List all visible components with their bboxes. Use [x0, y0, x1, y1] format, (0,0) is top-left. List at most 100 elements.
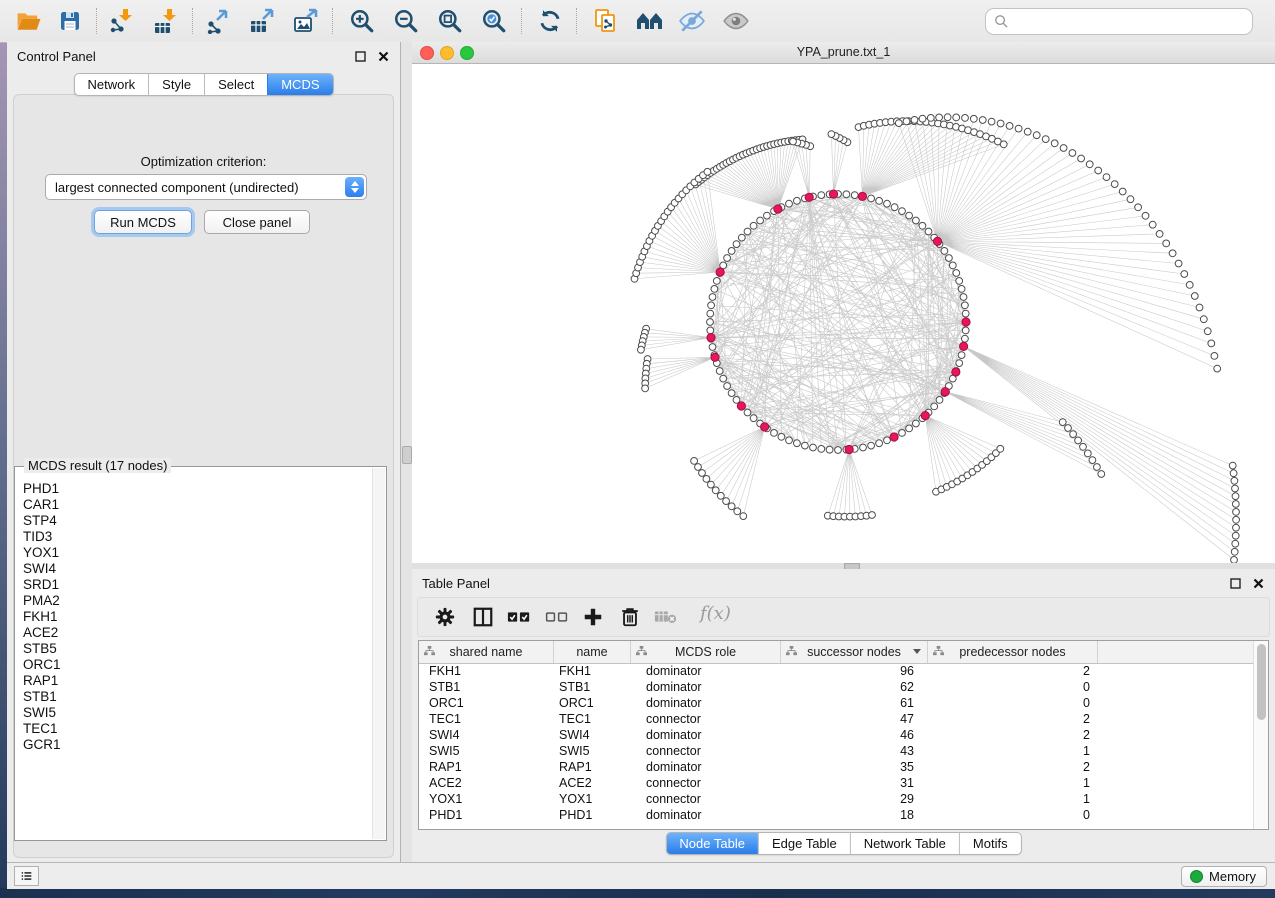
graph-mcds-node[interactable]: [890, 433, 898, 441]
graph-node[interactable]: [962, 115, 969, 122]
graph-node[interactable]: [1084, 450, 1091, 457]
table-row[interactable]: TEC1TEC1connector472: [419, 711, 1254, 727]
graph-node[interactable]: [695, 464, 702, 471]
mcds-result-item[interactable]: SRD1: [23, 577, 372, 593]
graph-node[interactable]: [1181, 271, 1188, 278]
graph-node[interactable]: [707, 310, 714, 317]
tab-mcds[interactable]: MCDS: [267, 74, 332, 95]
graph-node[interactable]: [1095, 167, 1102, 174]
graph-node[interactable]: [936, 397, 943, 404]
graph-node[interactable]: [1015, 125, 1022, 132]
graph-node[interactable]: [1214, 365, 1221, 372]
table-scrollbar[interactable]: [1253, 641, 1268, 829]
tab-select[interactable]: Select: [204, 74, 267, 95]
graph-node[interactable]: [1231, 557, 1238, 564]
mcds-result-item[interactable]: RAP1: [23, 673, 372, 689]
graph-node[interactable]: [931, 403, 938, 410]
splitter-handle[interactable]: [402, 446, 412, 464]
graph-node[interactable]: [1080, 443, 1087, 450]
float-panel-button[interactable]: [353, 49, 367, 63]
graph-mcds-node[interactable]: [941, 388, 949, 396]
table-row[interactable]: ACE2ACE2connector311: [419, 775, 1254, 791]
close-panel-action-button[interactable]: Close panel: [204, 210, 310, 234]
graph-node[interactable]: [1135, 204, 1142, 211]
table-row[interactable]: RAP1RAP1dominator352: [419, 759, 1254, 775]
column-header-successor-nodes[interactable]: successor nodes: [781, 641, 928, 663]
mcds-result-item[interactable]: PMA2: [23, 593, 372, 609]
mcds-result-item[interactable]: GCR1: [23, 737, 372, 753]
graph-mcds-node[interactable]: [952, 368, 960, 376]
graph-node[interactable]: [828, 131, 835, 138]
graph-node[interactable]: [919, 115, 926, 122]
column-header-shared-name[interactable]: shared name: [419, 641, 554, 663]
graph-node[interactable]: [891, 204, 898, 211]
graph-node[interactable]: [1078, 155, 1085, 162]
graph-node[interactable]: [1233, 516, 1240, 523]
graph-node[interactable]: [728, 503, 735, 510]
graph-node[interactable]: [638, 346, 645, 353]
task-history-button[interactable]: [14, 866, 39, 886]
graph-node[interactable]: [1196, 304, 1203, 311]
add-column-button[interactable]: [578, 604, 608, 630]
graph-node[interactable]: [962, 327, 969, 334]
graph-node[interactable]: [970, 115, 977, 122]
graph-node[interactable]: [960, 294, 967, 301]
tab-style[interactable]: Style: [148, 74, 204, 95]
graph-node[interactable]: [707, 327, 714, 334]
graph-node[interactable]: [1065, 425, 1072, 432]
graph-node[interactable]: [699, 470, 706, 477]
network-graph[interactable]: [412, 63, 1275, 563]
column-header-MCDS-role[interactable]: MCDS role: [631, 641, 781, 663]
graph-node[interactable]: [790, 138, 797, 145]
select-all-rows-button[interactable]: [504, 604, 534, 630]
graph-node[interactable]: [949, 262, 956, 269]
graph-node[interactable]: [1111, 181, 1118, 188]
graph-node[interactable]: [1024, 128, 1031, 135]
delete-table-button[interactable]: [651, 604, 681, 630]
graph-node[interactable]: [1103, 174, 1110, 181]
graph-node[interactable]: [962, 335, 969, 342]
graph-node[interactable]: [1232, 485, 1239, 492]
graph-node[interactable]: [941, 248, 948, 255]
graph-node[interactable]: [1200, 316, 1207, 323]
graph-node[interactable]: [1086, 161, 1093, 168]
graph-node[interactable]: [1233, 524, 1240, 531]
graph-node[interactable]: [925, 228, 932, 235]
graph-node[interactable]: [962, 310, 969, 317]
graph-node[interactable]: [1204, 328, 1211, 335]
graph-node[interactable]: [709, 344, 716, 351]
graph-node[interactable]: [1098, 471, 1105, 478]
graph-node[interactable]: [876, 197, 883, 204]
zoom-selected-button[interactable]: [476, 5, 512, 37]
graph-mcds-node[interactable]: [960, 342, 968, 350]
graph-node[interactable]: [835, 447, 842, 454]
graph-node[interactable]: [642, 385, 649, 392]
table-settings-button[interactable]: [430, 604, 460, 630]
table-row[interactable]: SWI5SWI5connector431: [419, 743, 1254, 759]
graph-node[interactable]: [716, 368, 723, 375]
export-table-button[interactable]: [244, 5, 280, 37]
graph-node[interactable]: [786, 200, 793, 207]
graph-node[interactable]: [734, 508, 741, 515]
graph-node[interactable]: [979, 117, 986, 124]
graph-node[interactable]: [936, 114, 943, 121]
graph-mcds-node[interactable]: [737, 402, 745, 410]
search-input[interactable]: [1009, 9, 1252, 34]
graph-node[interactable]: [997, 445, 1004, 452]
mcds-result-item[interactable]: SWI5: [23, 705, 372, 721]
graph-node[interactable]: [733, 241, 740, 248]
mcds-result-item[interactable]: STB1: [23, 689, 372, 705]
run-mcds-button[interactable]: Run MCDS: [94, 210, 192, 234]
graph-node[interactable]: [906, 425, 913, 432]
graph-node[interactable]: [771, 430, 778, 437]
graph-node[interactable]: [1175, 260, 1182, 267]
graph-node[interactable]: [744, 228, 751, 235]
graph-node[interactable]: [724, 383, 731, 390]
graph-node[interactable]: [1000, 141, 1007, 148]
optimization-criterion-select[interactable]: largest connected component (undirected): [45, 174, 367, 200]
mcds-result-item[interactable]: ACE2: [23, 625, 372, 641]
table-tab-network-table[interactable]: Network Table: [850, 833, 959, 854]
graph-node[interactable]: [707, 319, 714, 326]
import-network-button[interactable]: [104, 5, 140, 37]
mcds-result-item[interactable]: TID3: [23, 529, 372, 545]
